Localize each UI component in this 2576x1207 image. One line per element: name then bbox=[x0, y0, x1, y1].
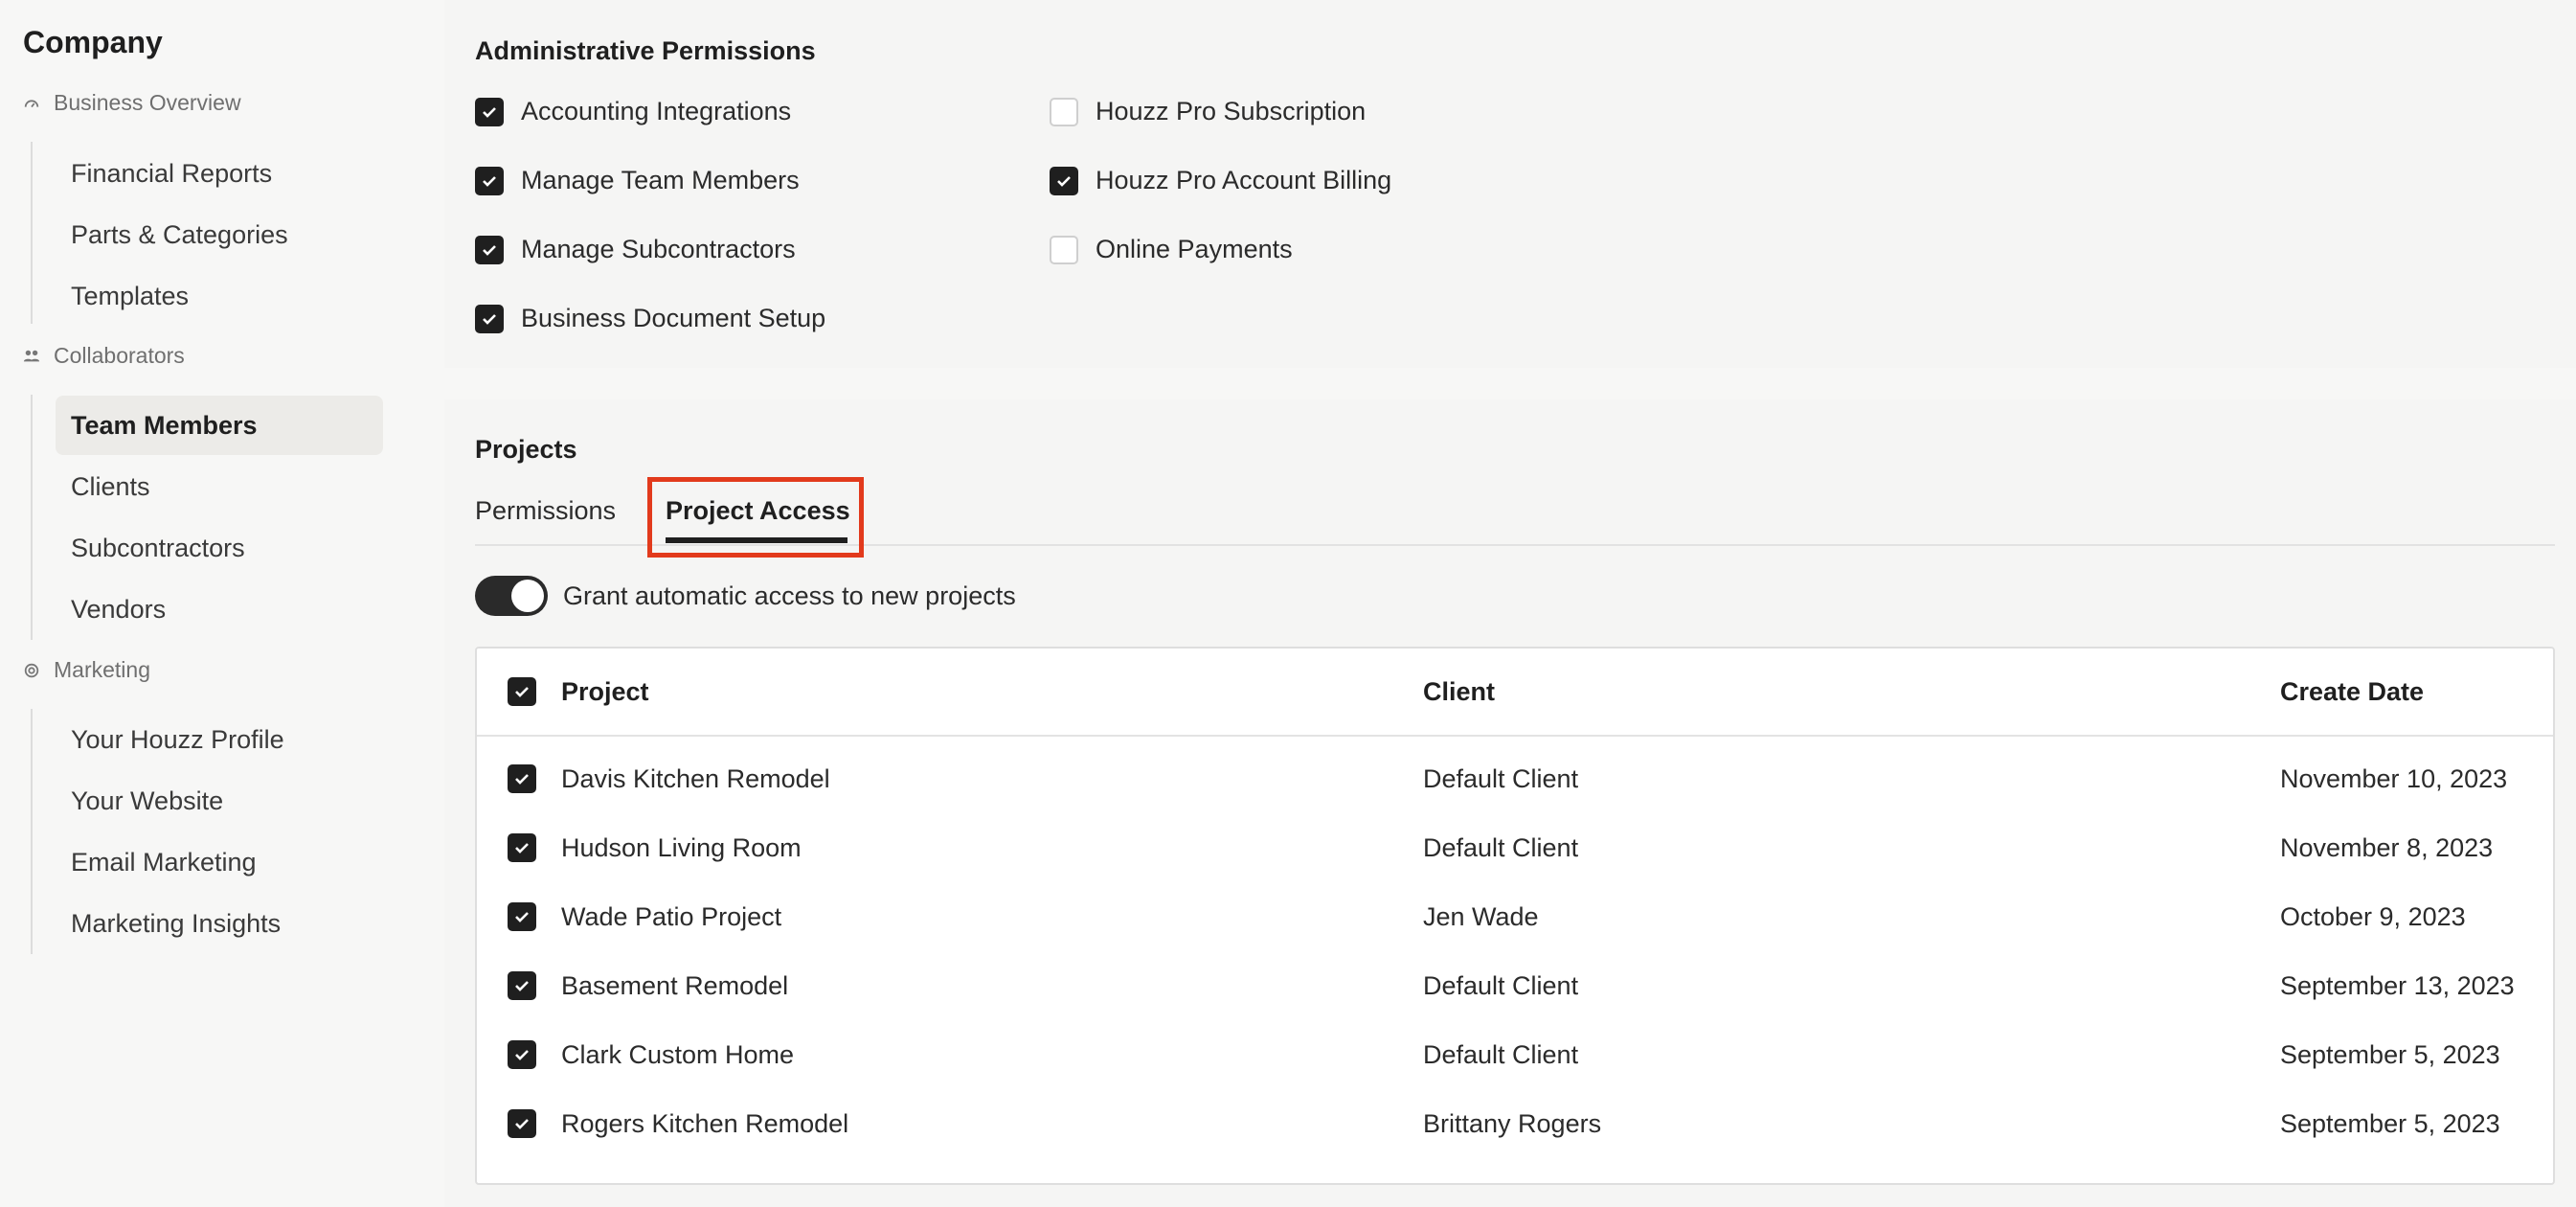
toggle-knob bbox=[511, 580, 544, 612]
row-checkbox[interactable] bbox=[508, 833, 536, 862]
perm-accounting-integrations[interactable]: Accounting Integrations bbox=[475, 97, 791, 126]
sidebar-item-team-members[interactable]: Team Members bbox=[56, 396, 383, 455]
table-row[interactable]: Wade Patio Project Jen Wade October 9, 2… bbox=[477, 883, 2553, 952]
row-checkbox[interactable] bbox=[508, 1109, 536, 1138]
cell-client: Brittany Rogers bbox=[1423, 1109, 1602, 1138]
cell-project: Wade Patio Project bbox=[561, 902, 782, 931]
highlight-annotation bbox=[647, 477, 864, 558]
checkbox-unchecked[interactable] bbox=[1050, 235, 1078, 264]
sidebar-item-houzz-profile[interactable]: Your Houzz Profile bbox=[56, 710, 383, 769]
cell-client: Default Client bbox=[1423, 833, 1579, 862]
row-checkbox[interactable] bbox=[508, 902, 536, 931]
cell-date: September 5, 2023 bbox=[2280, 1040, 2500, 1069]
section-label: Collaborators bbox=[54, 343, 185, 368]
section-collaborators[interactable]: Collaborators bbox=[23, 343, 185, 369]
gauge-icon bbox=[23, 95, 40, 112]
cell-date: November 8, 2023 bbox=[2280, 833, 2494, 862]
section-label: Business Overview bbox=[54, 90, 241, 115]
projects-table: Project Client Create Date Davis Kitchen… bbox=[475, 647, 2555, 1185]
perm-label: Houzz Pro Subscription bbox=[1096, 97, 1367, 125]
table-row[interactable]: Clark Custom Home Default Client Septemb… bbox=[477, 1021, 2553, 1090]
select-all-checkbox[interactable] bbox=[508, 677, 536, 706]
sidebar-item-email-marketing[interactable]: Email Marketing bbox=[56, 832, 383, 892]
cell-project: Rogers Kitchen Remodel bbox=[561, 1109, 849, 1138]
table-row[interactable]: Rogers Kitchen Remodel Brittany Rogers S… bbox=[477, 1090, 2553, 1159]
section-marketing[interactable]: Marketing bbox=[23, 657, 150, 683]
perm-houzz-pro-account-billing[interactable]: Houzz Pro Account Billing bbox=[1050, 166, 1391, 195]
checkbox-checked[interactable] bbox=[475, 97, 504, 126]
perm-label: Houzz Pro Account Billing bbox=[1096, 166, 1392, 194]
table-row[interactable]: Basement Remodel Default Client Septembe… bbox=[477, 952, 2553, 1021]
cell-project: Clark Custom Home bbox=[561, 1040, 795, 1069]
section-business-overview[interactable]: Business Overview bbox=[23, 90, 241, 116]
tab-permissions[interactable]: Permissions bbox=[475, 496, 616, 526]
header-client[interactable]: Client bbox=[1423, 677, 1495, 707]
cell-date: October 9, 2023 bbox=[2280, 902, 2466, 931]
cell-project: Hudson Living Room bbox=[561, 833, 802, 862]
checkbox-checked[interactable] bbox=[475, 235, 504, 264]
sidebar-item-clients[interactable]: Clients bbox=[56, 457, 383, 516]
company-title: Company bbox=[23, 25, 163, 59]
perm-label: Business Document Setup bbox=[521, 304, 826, 332]
checkbox-checked[interactable] bbox=[1050, 166, 1078, 195]
cell-client: Default Client bbox=[1423, 764, 1579, 793]
admin-permissions-title: Administrative Permissions bbox=[475, 36, 816, 65]
people-icon bbox=[23, 348, 40, 365]
auto-access-toggle[interactable] bbox=[475, 576, 548, 616]
cell-client: Jen Wade bbox=[1423, 902, 1539, 931]
cell-client: Default Client bbox=[1423, 1040, 1579, 1069]
table-row[interactable]: Hudson Living Room Default Client Novemb… bbox=[477, 814, 2553, 883]
perm-online-payments[interactable]: Online Payments bbox=[1050, 235, 1293, 264]
perm-label: Accounting Integrations bbox=[521, 97, 792, 125]
cell-date: September 5, 2023 bbox=[2280, 1109, 2500, 1138]
perm-label: Manage Team Members bbox=[521, 166, 800, 194]
checkbox-checked[interactable] bbox=[475, 304, 504, 333]
perm-manage-subcontractors[interactable]: Manage Subcontractors bbox=[475, 235, 796, 264]
sidebar: Company Business Overview Financial Repo… bbox=[0, 0, 414, 1207]
cell-date: November 10, 2023 bbox=[2280, 764, 2508, 793]
sidebar-item-financial-reports[interactable]: Financial Reports bbox=[56, 144, 383, 203]
cell-client: Default Client bbox=[1423, 971, 1579, 1000]
cell-project: Basement Remodel bbox=[561, 971, 789, 1000]
perm-label: Online Payments bbox=[1096, 235, 1293, 263]
header-create-date[interactable]: Create Date bbox=[2280, 677, 2424, 707]
row-checkbox[interactable] bbox=[508, 764, 536, 793]
group-divider bbox=[31, 709, 33, 954]
group-divider bbox=[31, 142, 33, 324]
sidebar-item-website[interactable]: Your Website bbox=[56, 771, 383, 831]
at-icon bbox=[23, 662, 40, 679]
cell-date: September 13, 2023 bbox=[2280, 971, 2515, 1000]
group-divider bbox=[31, 395, 33, 640]
sidebar-item-templates[interactable]: Templates bbox=[56, 266, 383, 326]
perm-houzz-pro-subscription[interactable]: Houzz Pro Subscription bbox=[1050, 97, 1366, 126]
checkbox-checked[interactable] bbox=[475, 166, 504, 195]
row-checkbox[interactable] bbox=[508, 1040, 536, 1069]
perm-manage-team-members[interactable]: Manage Team Members bbox=[475, 166, 800, 195]
section-label: Marketing bbox=[54, 657, 150, 682]
checkbox-unchecked[interactable] bbox=[1050, 97, 1078, 126]
perm-label: Manage Subcontractors bbox=[521, 235, 796, 263]
projects-title: Projects bbox=[475, 435, 577, 464]
row-checkbox[interactable] bbox=[508, 971, 536, 1000]
table-row[interactable]: Davis Kitchen Remodel Default Client Nov… bbox=[477, 745, 2553, 814]
table-header: Project Client Create Date bbox=[477, 649, 2553, 737]
sidebar-item-vendors[interactable]: Vendors bbox=[56, 580, 383, 639]
sidebar-item-marketing-insights[interactable]: Marketing Insights bbox=[56, 894, 383, 953]
sidebar-item-subcontractors[interactable]: Subcontractors bbox=[56, 518, 383, 578]
sidebar-item-parts-categories[interactable]: Parts & Categories bbox=[56, 205, 383, 264]
header-project[interactable]: Project bbox=[561, 677, 649, 707]
toggle-label: Grant automatic access to new projects bbox=[563, 581, 1016, 610]
cell-project: Davis Kitchen Remodel bbox=[561, 764, 830, 793]
perm-business-document-setup[interactable]: Business Document Setup bbox=[475, 304, 825, 333]
